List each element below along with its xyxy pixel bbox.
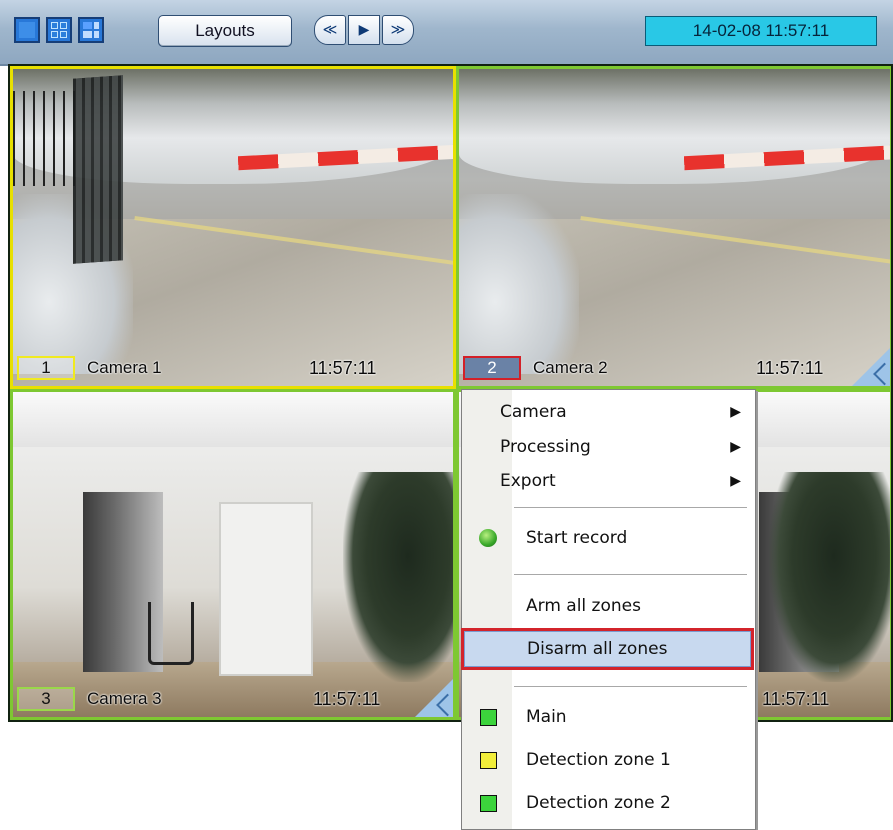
menu-item-label: Processing bbox=[500, 437, 591, 457]
rewind-button[interactable]: ≪ bbox=[314, 15, 346, 45]
menu-item-label: Export bbox=[500, 471, 556, 491]
zone-color-icon bbox=[480, 751, 497, 769]
menu-item-label: Arm all zones bbox=[526, 596, 641, 616]
menu-item-label: Detection zone 1 bbox=[526, 750, 671, 770]
menu-separator bbox=[514, 507, 747, 508]
menu-item-processing[interactable]: Processing ▶ bbox=[462, 429, 755, 465]
camera-tile-2[interactable]: 2 Camera 2 11:57:11 bbox=[456, 66, 893, 389]
menu-item-zone-main[interactable]: Main bbox=[462, 699, 755, 735]
top-toolbar: Layouts ≪ ▶ ≫ 14-02-08 11:57:11 bbox=[0, 0, 893, 66]
menu-separator bbox=[514, 686, 747, 687]
forward-button[interactable]: ≫ bbox=[382, 15, 414, 45]
menu-separator bbox=[514, 574, 747, 575]
menu-item-camera[interactable]: Camera ▶ bbox=[462, 394, 755, 430]
camera-time: 11:57:11 bbox=[309, 357, 377, 378]
resize-corner-icon[interactable] bbox=[852, 348, 890, 386]
camera-time: 11:57:11 bbox=[762, 688, 830, 709]
zone-color-icon bbox=[480, 708, 497, 726]
camera-video-frame bbox=[13, 69, 453, 386]
camera-tile-1[interactable]: 1 Camera 1 11:57:11 bbox=[10, 66, 456, 389]
menu-item-arm-all-zones[interactable]: Arm all zones bbox=[462, 588, 755, 624]
resize-corner-icon[interactable] bbox=[415, 679, 453, 717]
menu-item-label: Disarm all zones bbox=[527, 639, 668, 659]
menu-item-label: Detection zone 2 bbox=[526, 793, 671, 813]
playback-nav: ≪ ▶ ≫ bbox=[314, 15, 416, 45]
mixed-layout-button[interactable] bbox=[78, 17, 104, 43]
camera-name: Camera 2 bbox=[533, 358, 608, 377]
camera-tile-3[interactable]: 3 Camera 3 11:57:11 bbox=[10, 389, 456, 720]
submenu-arrow-icon: ▶ bbox=[730, 404, 741, 420]
grid-layout-button[interactable] bbox=[46, 17, 72, 43]
menu-item-start-record[interactable]: Start record bbox=[462, 520, 755, 556]
play-button[interactable]: ▶ bbox=[348, 15, 380, 45]
menu-item-detection-zone-1[interactable]: Detection zone 1 bbox=[462, 742, 755, 778]
camera-time: 11:57:11 bbox=[313, 688, 381, 709]
menu-item-disarm-all-zones[interactable]: Disarm all zones bbox=[461, 628, 754, 670]
camera-video-frame bbox=[13, 392, 453, 717]
single-layout-button[interactable] bbox=[14, 17, 40, 43]
datetime-display: 14-02-08 11:57:11 bbox=[645, 16, 877, 46]
camera-number-badge[interactable]: 3 bbox=[17, 687, 75, 711]
menu-item-label: Main bbox=[526, 707, 567, 727]
layouts-button[interactable]: Layouts bbox=[158, 15, 292, 47]
menu-item-detection-zone-2[interactable]: Detection zone 2 bbox=[462, 785, 755, 821]
zone-color-icon bbox=[480, 794, 497, 812]
camera-time: 11:57:11 bbox=[756, 357, 824, 378]
menu-item-label: Start record bbox=[526, 528, 628, 548]
camera-number-badge[interactable]: 2 bbox=[463, 356, 521, 380]
context-menu: Camera ▶ Processing ▶ Export ▶ Start rec… bbox=[461, 389, 756, 830]
submenu-arrow-icon: ▶ bbox=[730, 439, 741, 455]
menu-item-label: Camera bbox=[500, 402, 567, 422]
camera-name: Camera 1 bbox=[87, 358, 162, 377]
menu-item-export[interactable]: Export ▶ bbox=[462, 463, 755, 499]
camera-name: Camera 3 bbox=[87, 689, 162, 708]
camera-video-frame bbox=[459, 69, 890, 386]
camera-number-badge[interactable]: 1 bbox=[17, 356, 75, 380]
submenu-arrow-icon: ▶ bbox=[730, 473, 741, 489]
record-icon bbox=[479, 529, 497, 547]
